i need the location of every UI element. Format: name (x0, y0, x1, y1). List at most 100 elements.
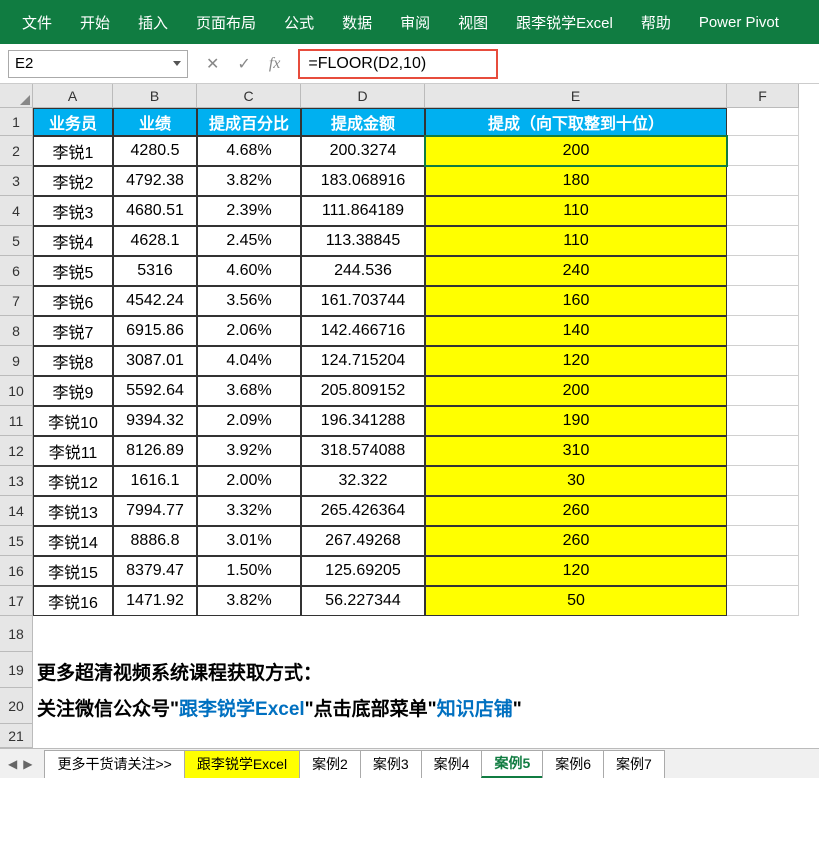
header-d[interactable]: 提成金额 (301, 108, 425, 136)
sheet-next-icon[interactable]: ▶ (23, 757, 32, 771)
col-header-B[interactable]: B (113, 84, 197, 108)
cell-e11[interactable]: 190 (425, 406, 727, 436)
cell-c9[interactable]: 4.04% (197, 346, 301, 376)
row-header-8[interactable]: 8 (0, 316, 33, 346)
enter-icon[interactable]: ✓ (237, 54, 250, 74)
cell-c7[interactable]: 3.56% (197, 286, 301, 316)
chevron-down-icon[interactable] (173, 61, 181, 66)
cell-a16[interactable]: 李锐15 (33, 556, 113, 586)
cell-d4[interactable]: 111.864189 (301, 196, 425, 226)
cell-e3[interactable]: 180 (425, 166, 727, 196)
cell-f1[interactable] (727, 108, 799, 136)
cell-e16[interactable]: 120 (425, 556, 727, 586)
cell-d15[interactable]: 267.49268 (301, 526, 425, 556)
cell-b14[interactable]: 7994.77 (113, 496, 197, 526)
cell-b16[interactable]: 8379.47 (113, 556, 197, 586)
cell-c12[interactable]: 3.92% (197, 436, 301, 466)
cell-e12[interactable]: 310 (425, 436, 727, 466)
cell-f13[interactable] (727, 466, 799, 496)
header-e[interactable]: 提成（向下取整到十位） (425, 108, 727, 136)
cell-d11[interactable]: 196.341288 (301, 406, 425, 436)
row-header-4[interactable]: 4 (0, 196, 33, 226)
header-b[interactable]: 业绩 (113, 108, 197, 136)
cell-d3[interactable]: 183.068916 (301, 166, 425, 196)
row-header-2[interactable]: 2 (0, 136, 33, 166)
cell-c14[interactable]: 3.32% (197, 496, 301, 526)
row-header-6[interactable]: 6 (0, 256, 33, 286)
cell-b11[interactable]: 9394.32 (113, 406, 197, 436)
cell-b4[interactable]: 4680.51 (113, 196, 197, 226)
cell-b15[interactable]: 8886.8 (113, 526, 197, 556)
sheet-tab-4[interactable]: 案例4 (421, 750, 483, 778)
cell-c10[interactable]: 3.68% (197, 376, 301, 406)
cell-a12[interactable]: 李锐11 (33, 436, 113, 466)
cell-a6[interactable]: 李锐5 (33, 256, 113, 286)
ribbon-tab-0[interactable]: 文件 (8, 0, 66, 44)
cell-c2[interactable]: 4.68% (197, 136, 301, 166)
cell-b12[interactable]: 8126.89 (113, 436, 197, 466)
cell-b17[interactable]: 1471.92 (113, 586, 197, 616)
sheet-tab-7[interactable]: 案例7 (603, 750, 665, 778)
cell-d5[interactable]: 113.38845 (301, 226, 425, 256)
row-header-13[interactable]: 13 (0, 466, 33, 496)
cell-f10[interactable] (727, 376, 799, 406)
row-header-14[interactable]: 14 (0, 496, 33, 526)
cell-f9[interactable] (727, 346, 799, 376)
cell-d9[interactable]: 124.715204 (301, 346, 425, 376)
row-header-10[interactable]: 10 (0, 376, 33, 406)
cell-a2[interactable]: 李锐1 (33, 136, 113, 166)
formula-input[interactable]: =FLOOR(D2,10) (298, 49, 498, 79)
cell-f14[interactable] (727, 496, 799, 526)
ribbon-tab-10[interactable]: Power Pivot (685, 0, 793, 44)
cell-d17[interactable]: 56.227344 (301, 586, 425, 616)
cell-a8[interactable]: 李锐7 (33, 316, 113, 346)
cell-d7[interactable]: 161.703744 (301, 286, 425, 316)
cell-c8[interactable]: 2.06% (197, 316, 301, 346)
cell-a3[interactable]: 李锐2 (33, 166, 113, 196)
row-header-7[interactable]: 7 (0, 286, 33, 316)
header-c[interactable]: 提成百分比 (197, 108, 301, 136)
cell-b10[interactable]: 5592.64 (113, 376, 197, 406)
cell-b6[interactable]: 5316 (113, 256, 197, 286)
col-header-C[interactable]: C (197, 84, 301, 108)
sheet-body[interactable]: 业务员业绩提成百分比提成金额提成（向下取整到十位）李锐14280.54.68%2… (33, 108, 799, 748)
cell-c3[interactable]: 3.82% (197, 166, 301, 196)
ribbon-tab-4[interactable]: 公式 (270, 0, 328, 44)
cell-b3[interactable]: 4792.38 (113, 166, 197, 196)
cell-c11[interactable]: 2.09% (197, 406, 301, 436)
header-a[interactable]: 业务员 (33, 108, 113, 136)
cell-a4[interactable]: 李锐3 (33, 196, 113, 226)
cell-e6[interactable]: 240 (425, 256, 727, 286)
cell-a10[interactable]: 李锐9 (33, 376, 113, 406)
cell-b13[interactable]: 1616.1 (113, 466, 197, 496)
cell-e2[interactable]: 200 (425, 136, 727, 166)
cell-a11[interactable]: 李锐10 (33, 406, 113, 436)
cell-f17[interactable] (727, 586, 799, 616)
cell-f16[interactable] (727, 556, 799, 586)
ribbon-tab-7[interactable]: 视图 (444, 0, 502, 44)
cell-a15[interactable]: 李锐14 (33, 526, 113, 556)
cell-f6[interactable] (727, 256, 799, 286)
cell-e15[interactable]: 260 (425, 526, 727, 556)
row-header-19[interactable]: 19 (0, 652, 33, 688)
cell-a5[interactable]: 李锐4 (33, 226, 113, 256)
row-header-21[interactable]: 21 (0, 724, 33, 748)
cell-b9[interactable]: 3087.01 (113, 346, 197, 376)
cancel-icon[interactable]: ✕ (206, 54, 219, 74)
row-header-5[interactable]: 5 (0, 226, 33, 256)
cell-a13[interactable]: 李锐12 (33, 466, 113, 496)
cell-c6[interactable]: 4.60% (197, 256, 301, 286)
cell-d16[interactable]: 125.69205 (301, 556, 425, 586)
sheet-tab-5[interactable]: 案例5 (481, 750, 543, 778)
cell-e7[interactable]: 160 (425, 286, 727, 316)
col-header-F[interactable]: F (727, 84, 799, 108)
cell-a14[interactable]: 李锐13 (33, 496, 113, 526)
cell-d8[interactable]: 142.466716 (301, 316, 425, 346)
row-header-20[interactable]: 20 (0, 688, 33, 724)
sheet-tab-1[interactable]: 跟李锐学Excel (184, 750, 300, 778)
cell-f7[interactable] (727, 286, 799, 316)
row-header-15[interactable]: 15 (0, 526, 33, 556)
fx-icon[interactable]: fx (269, 55, 281, 73)
cell-c13[interactable]: 2.00% (197, 466, 301, 496)
cell-e4[interactable]: 110 (425, 196, 727, 226)
